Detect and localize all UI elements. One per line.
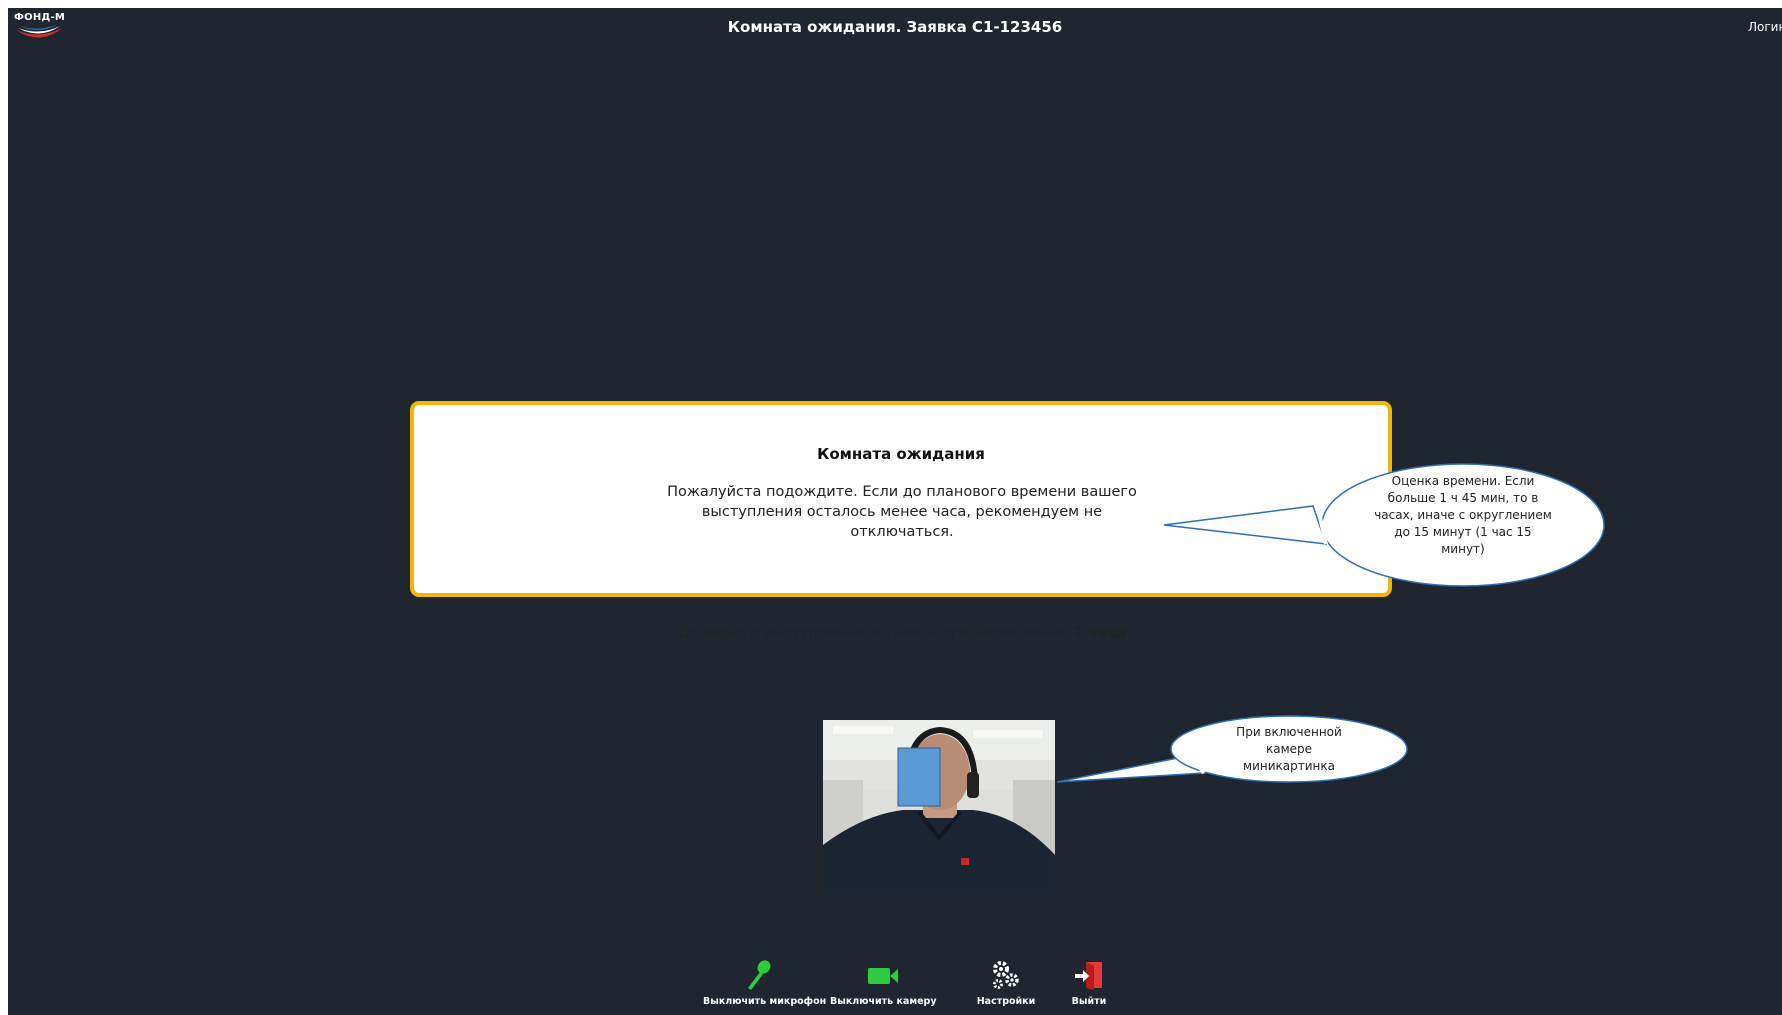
microphone-icon	[748, 960, 771, 990]
exit-icon	[1075, 962, 1102, 990]
call-toolbar: Выключить микрофон Выключить камеру Наст…	[8, 958, 1782, 1015]
webcam-thumbnail-icon	[823, 720, 1055, 895]
toggle-camera-button[interactable]: Выключить камеру	[830, 958, 937, 1007]
camera-callout-text: При включенной камере миникартинка	[1236, 725, 1342, 773]
waiting-room-window: ФОНД-М Комната ожидания. Заявка С1-12345…	[8, 8, 1782, 1015]
camera-preview-thumbnail	[823, 720, 1055, 895]
gear-icon	[993, 961, 1019, 989]
settings-button[interactable]: Настройки	[971, 958, 1041, 1007]
exit-label: Выйти	[1071, 996, 1107, 1007]
exit-button[interactable]: Выйти	[1061, 958, 1117, 1007]
video-camera-icon	[868, 968, 898, 984]
toggle-microphone-button[interactable]: Выключить микрофон	[703, 958, 827, 1007]
toggle-camera-label: Выключить камеру	[830, 996, 937, 1007]
time-estimate-callout-text: Оценка времени. Если больше 1 ч 45 мин, …	[1374, 474, 1552, 556]
settings-label: Настройки	[976, 996, 1036, 1007]
toggle-microphone-label: Выключить микрофон	[703, 996, 827, 1007]
